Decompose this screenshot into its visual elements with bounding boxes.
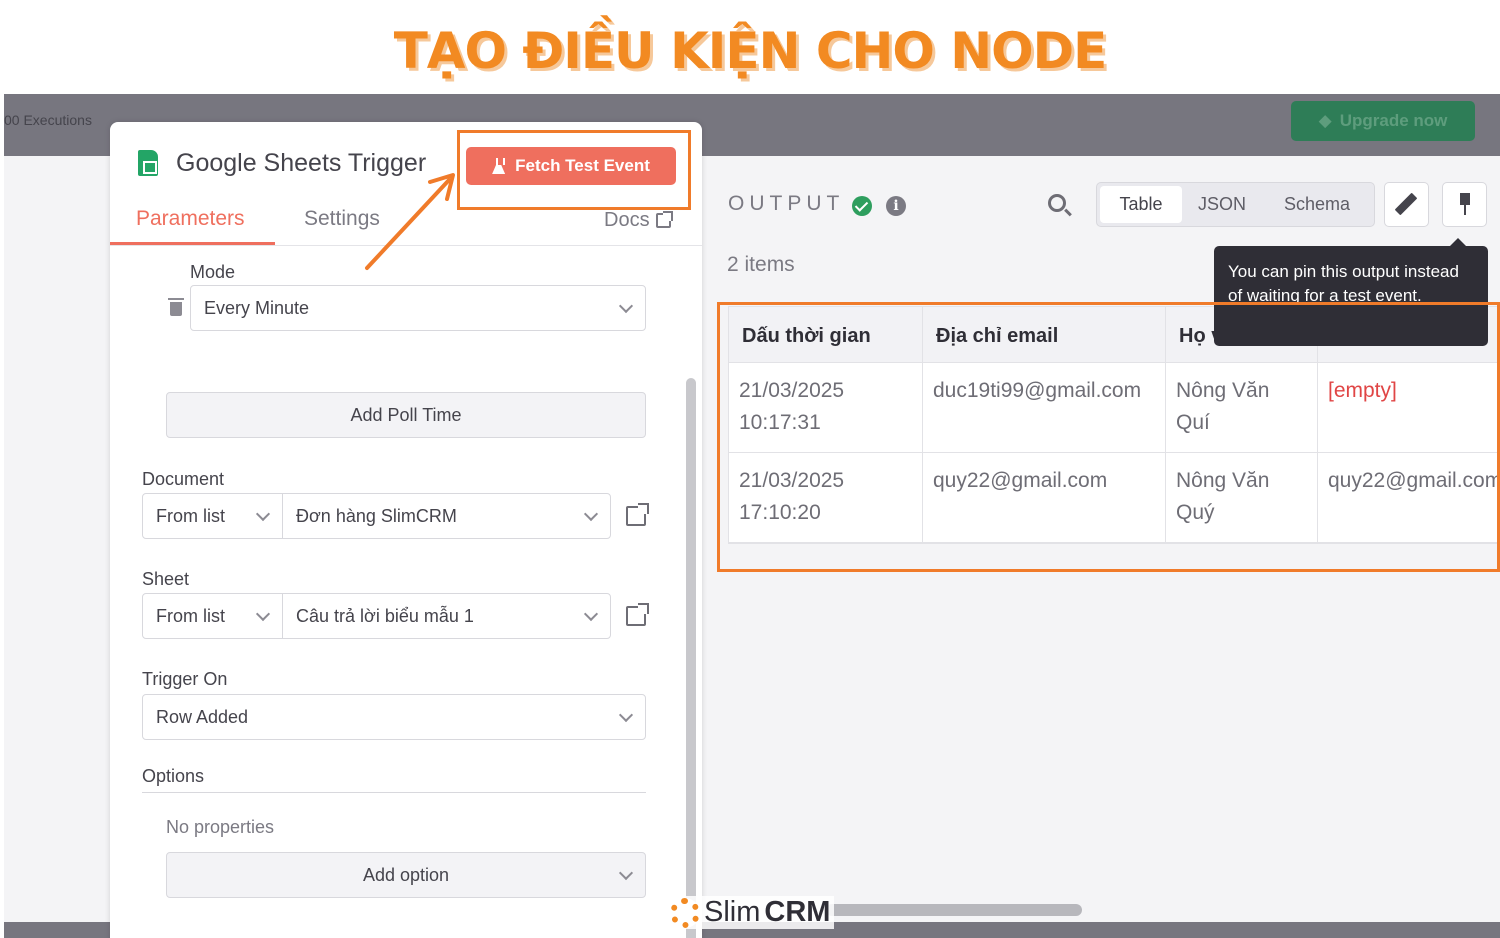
gear-icon [670, 897, 700, 928]
annotation-arrow [365, 173, 455, 270]
slimcrm-logo: Slim CRM [670, 896, 835, 929]
brand-slim: Slim [704, 896, 761, 928]
brand-crm: CRM [764, 896, 831, 928]
screenshot-root: TẠO ĐIỀU KIỆN CHO NODE 00 Executions ◆ U… [0, 0, 1500, 938]
